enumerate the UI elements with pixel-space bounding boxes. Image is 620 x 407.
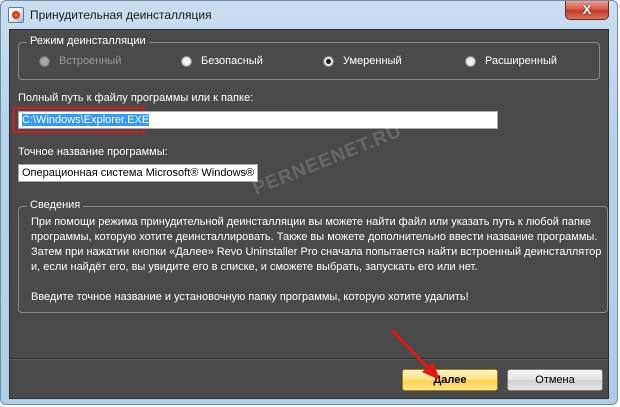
program-name-label: Точное название программы: (18, 146, 168, 158)
radio-builtin-icon (39, 55, 50, 67)
info-text: При помощи режима принудительной деинста… (31, 215, 603, 320)
cancel-button[interactable]: Отмена (507, 369, 603, 391)
radio-moderate-icon (323, 55, 334, 67)
radio-safe-label: Безопасный (201, 55, 263, 67)
window-title: Принудительная деинсталляция (30, 8, 212, 22)
info-groupbox: Сведения При помощи режима принудительно… (18, 199, 608, 313)
radio-safe[interactable]: Безопасный (181, 54, 263, 68)
dialog-content: Режим деинсталляции Встроенный Безопасны… (9, 29, 609, 359)
info-legend: Сведения (27, 199, 84, 211)
revo-app-icon (8, 7, 24, 23)
radio-safe-icon (181, 55, 192, 67)
radio-advanced-label: Расширенный (485, 55, 557, 67)
next-button[interactable]: Далее (402, 369, 498, 391)
info-paragraph-2: Введите точное название и установочную п… (31, 291, 469, 303)
radio-moderate[interactable]: Умеренный (323, 54, 402, 68)
radio-advanced-icon (465, 55, 476, 67)
radio-builtin[interactable]: Встроенный (39, 54, 121, 68)
path-input-value: C:\Windows\Explorer.EXE (22, 114, 150, 126)
dialog-window: Принудительная деинсталляция X Режим деи… (0, 0, 618, 405)
radio-builtin-label: Встроенный (59, 55, 122, 67)
dialog-footer: Далее Отмена (9, 359, 609, 399)
site-watermark: PERNEENET.RU (250, 120, 406, 200)
radio-moderate-label: Умеренный (343, 55, 402, 67)
program-name-value: Операционная система Microsoft® Windows® (22, 167, 255, 179)
radio-advanced[interactable]: Расширенный (465, 54, 557, 68)
close-button[interactable]: X (565, 1, 609, 20)
program-name-input[interactable]: Операционная система Microsoft® Windows® (18, 164, 258, 182)
mode-groupbox: Режим деинсталляции Встроенный Безопасны… (18, 35, 600, 80)
title-bar[interactable]: Принудительная деинсталляция X (1, 1, 617, 29)
mode-legend: Режим деинсталляции (27, 35, 149, 47)
path-input[interactable]: C:\Windows\Explorer.EXE (18, 111, 498, 129)
path-label: Полный путь к файлу программы или к папк… (18, 92, 254, 104)
info-paragraph-1: При помощи режима принудительной деинста… (31, 216, 602, 273)
